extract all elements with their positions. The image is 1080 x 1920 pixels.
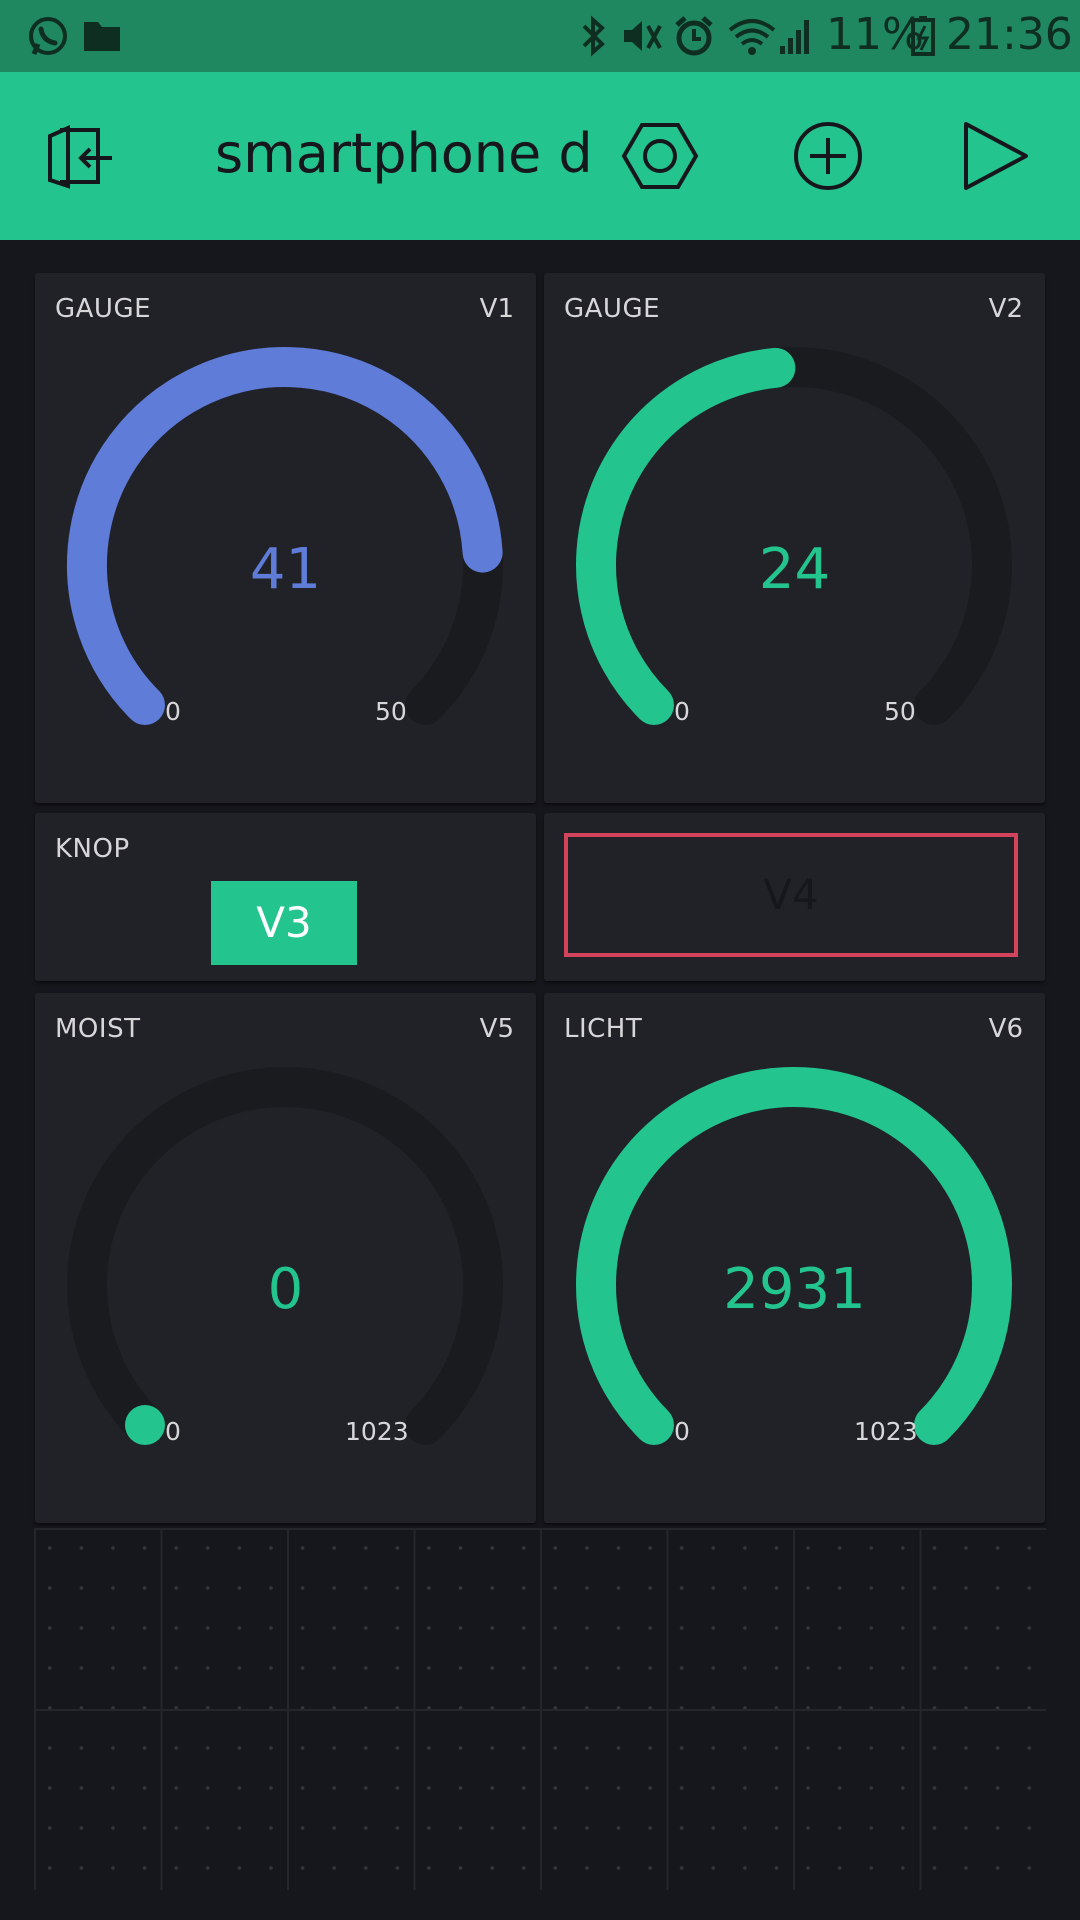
gauge-min: 0 (674, 1417, 690, 1446)
gauge-min: 0 (674, 697, 690, 726)
settings-icon (618, 123, 702, 202)
led-widget-v4: V4 (544, 813, 1045, 981)
gauge-max: 50 (375, 697, 407, 726)
status-bar: 11% 21:36 (0, 0, 1080, 72)
gauge-dot (124, 1405, 165, 1446)
gauge-max: 1023 (345, 1417, 409, 1446)
page-title: smartphone d (215, 122, 593, 185)
exit-icon (42, 124, 126, 202)
bluetooth-icon (578, 14, 608, 62)
gauge-value: 2931 (723, 1257, 866, 1322)
signal-icon (778, 14, 814, 62)
widget-label: KNOP (55, 834, 130, 864)
play-button[interactable] (952, 114, 1036, 198)
empty-canvas-grid[interactable] (34, 1528, 1046, 1890)
exit-button[interactable] (42, 114, 126, 198)
gauge-widget-v5[interactable]: MOIST V5 0 0 1023 (35, 993, 536, 1523)
gauge-arc (67, 347, 503, 726)
gauge-max: 1023 (854, 1417, 918, 1446)
wifi-icon (726, 14, 778, 62)
grid-lines (34, 1528, 1046, 1890)
gauge-widget-v6[interactable]: LICHT V6 2931 0 1023 (544, 993, 1045, 1523)
gauge-min: 0 (165, 697, 181, 726)
gauge-min: 0 (165, 1417, 181, 1446)
mute-icon (620, 14, 664, 62)
clock: 21:36 (946, 9, 1073, 60)
whatsapp-icon (26, 14, 70, 62)
app-bar: smartphone d (0, 72, 1080, 240)
gauge-value: 41 (249, 537, 322, 602)
play-icon (952, 122, 1036, 202)
gauge-value: 24 (758, 537, 831, 602)
add-widget-button[interactable] (786, 114, 870, 198)
v4-indicator[interactable]: V4 (564, 833, 1018, 957)
gauge-arc (576, 1067, 1012, 1446)
battery-icon (910, 14, 936, 62)
gauge-value: 0 (267, 1257, 304, 1322)
button-widget-v3: KNOP V3 (35, 813, 536, 981)
gauge-widget-v2[interactable]: GAUGE V2 24 0 50 (544, 273, 1045, 803)
alarm-icon (672, 14, 716, 62)
knop-button[interactable]: V3 (211, 881, 357, 965)
gauge-track (67, 1067, 503, 1446)
settings-button[interactable] (618, 114, 702, 198)
add-icon (786, 122, 870, 202)
gauge-arc (576, 347, 796, 726)
folder-icon (82, 14, 122, 62)
gauge-widget-v1[interactable]: GAUGE V1 41 0 50 (35, 273, 536, 803)
gauge-max: 50 (884, 697, 916, 726)
